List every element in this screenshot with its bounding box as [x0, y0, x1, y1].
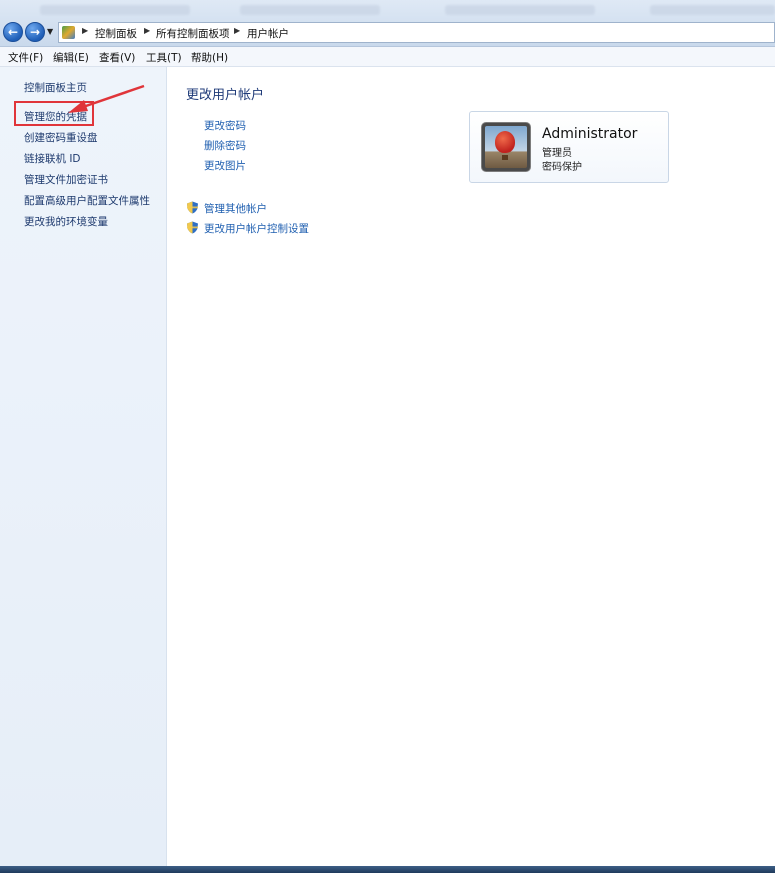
- blurred-tab: [240, 5, 380, 15]
- account-password-status: 密码保护: [542, 162, 582, 173]
- menu-file[interactable]: 文件(F): [8, 50, 43, 65]
- menu-tools[interactable]: 工具(T): [146, 50, 182, 65]
- menu-help[interactable]: 帮助(H): [191, 50, 228, 65]
- chevron-right-icon: ▶: [234, 26, 241, 35]
- avatar: [482, 123, 530, 171]
- breadcrumb-user-accounts[interactable]: 用户帐户: [247, 26, 289, 41]
- sidebar-item-advanced-profile-properties[interactable]: 配置高级用户配置文件属性: [24, 193, 150, 208]
- menu-bar: 文件(F) 编辑(E) 查看(V) 工具(T) 帮助(H): [0, 47, 775, 67]
- history-dropdown[interactable]: ▼: [47, 27, 53, 36]
- arrow-right-icon: →: [29, 25, 41, 39]
- address-bar[interactable]: ▶ 控制面板 ▶ 所有控制面板项 ▶ 用户帐户: [58, 22, 775, 43]
- blurred-tab: [445, 5, 595, 15]
- page-title: 更改用户帐户: [186, 88, 265, 103]
- breadcrumb-control-panel[interactable]: 控制面板: [95, 26, 137, 41]
- sidebar-item-link-online-id[interactable]: 链接联机 ID: [24, 151, 81, 166]
- manage-other-accounts-link[interactable]: 管理其他帐户: [204, 201, 267, 216]
- taskbar: [0, 866, 775, 873]
- account-role: 管理员: [542, 148, 572, 159]
- uac-shield-icon: [187, 201, 198, 214]
- blurred-tab: [650, 5, 775, 15]
- change-password-link[interactable]: 更改密码: [204, 118, 246, 133]
- sidebar-item-file-encryption-certs[interactable]: 管理文件加密证书: [24, 172, 108, 187]
- menu-edit[interactable]: 编辑(E): [53, 50, 89, 65]
- sidebar: [0, 67, 167, 867]
- uac-shield-icon: [187, 221, 198, 234]
- chevron-right-icon: ▶: [82, 26, 89, 35]
- annotation-arrow-icon: [68, 84, 145, 113]
- navigation-bar: ← → ▼ ▶ 控制面板 ▶ 所有控制面板项 ▶ 用户帐户: [0, 20, 775, 46]
- title-area: ← → ▼ ▶ 控制面板 ▶ 所有控制面板项 ▶ 用户帐户: [0, 0, 775, 47]
- blurred-tabs: [0, 0, 775, 20]
- chevron-right-icon: ▶: [144, 26, 151, 35]
- blurred-tab: [40, 5, 190, 15]
- remove-password-link[interactable]: 删除密码: [204, 138, 246, 153]
- arrow-left-icon: ←: [7, 25, 19, 39]
- menu-view[interactable]: 查看(V): [99, 50, 135, 65]
- uac-settings-link[interactable]: 更改用户帐户控制设置: [204, 221, 309, 236]
- balloon-basket: [502, 155, 508, 160]
- forward-button[interactable]: →: [25, 22, 45, 42]
- back-button[interactable]: ←: [3, 22, 23, 42]
- account-card: Administrator 管理员 密码保护: [469, 111, 669, 183]
- sidebar-item-environment-variables[interactable]: 更改我的环境变量: [24, 214, 108, 229]
- control-panel-icon: [62, 26, 75, 39]
- change-picture-link[interactable]: 更改图片: [204, 158, 246, 173]
- hot-air-balloon-icon: [495, 131, 515, 153]
- account-name: Administrator: [542, 126, 638, 142]
- chevron-down-icon: ▼: [47, 27, 54, 36]
- breadcrumb-all-items[interactable]: 所有控制面板项: [156, 26, 230, 41]
- sidebar-item-password-reset-disk[interactable]: 创建密码重设盘: [24, 130, 98, 145]
